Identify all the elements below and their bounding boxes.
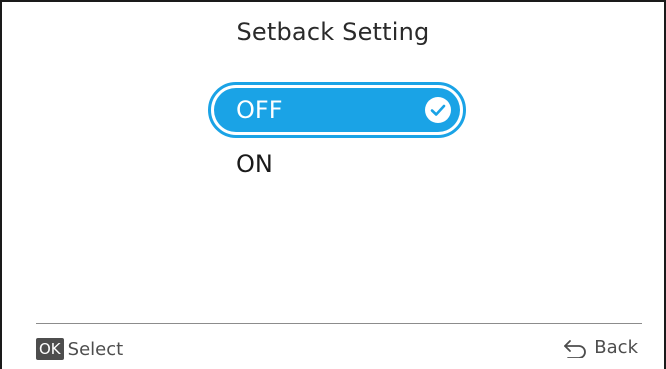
setback-setting-screen: Setback Setting OFF ON OK Select Back — [0, 0, 666, 369]
page-title: Setback Setting — [236, 18, 430, 46]
back-hint[interactable]: Back — [562, 337, 638, 358]
option-off[interactable]: OFF — [208, 82, 466, 138]
option-on-label: ON — [236, 150, 273, 178]
back-label: Back — [594, 337, 638, 358]
select-label: Select — [67, 338, 124, 360]
ok-badge: OK — [36, 338, 64, 360]
check-icon — [425, 97, 451, 123]
select-hint: OK Select — [36, 338, 123, 360]
option-off-label: OFF — [236, 96, 283, 124]
option-on[interactable]: ON — [208, 136, 466, 192]
footer-divider — [36, 323, 642, 324]
back-arrow-icon — [562, 338, 588, 358]
